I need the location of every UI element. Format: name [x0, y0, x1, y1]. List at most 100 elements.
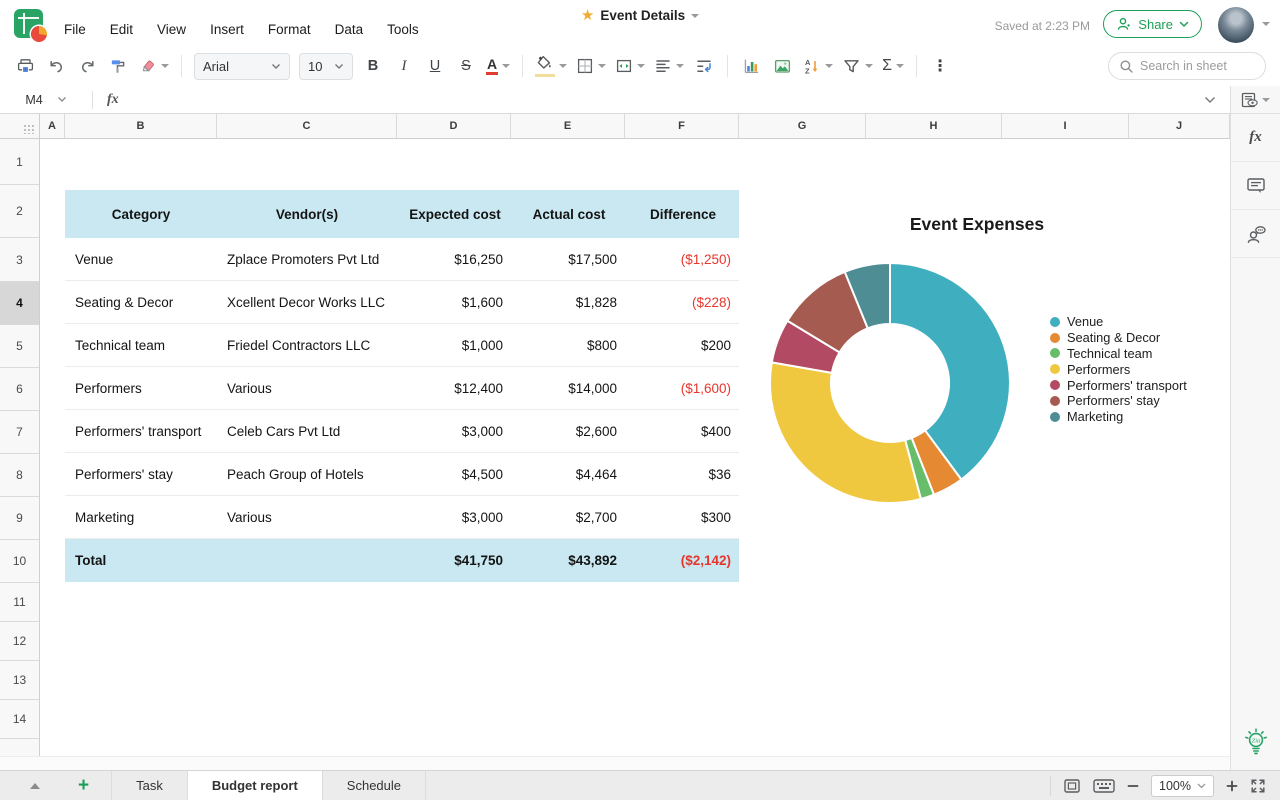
cell-name-box[interactable]: M4	[0, 86, 92, 113]
undo-button[interactable]	[45, 53, 67, 79]
sheet-tab-budget-report[interactable]: Budget report	[187, 771, 322, 800]
zoom-level-select[interactable]: 100%	[1151, 775, 1214, 797]
table-row-2-cell-4[interactable]: $200	[625, 324, 739, 366]
share-button[interactable]: Share	[1103, 10, 1202, 38]
row-header-9[interactable]: 9	[0, 497, 39, 540]
select-all-corner[interactable]	[0, 114, 40, 138]
table-row-2-cell-3[interactable]: $800	[511, 324, 625, 366]
table-row-2-cell-1[interactable]: Friedel Contractors LLC	[217, 324, 397, 366]
column-header-G[interactable]: G	[739, 114, 866, 138]
column-header-J[interactable]: J	[1129, 114, 1230, 138]
table-row-4-cell-4[interactable]: $400	[625, 410, 739, 452]
menu-format[interactable]: Format	[268, 22, 311, 37]
row-header-5[interactable]: 5	[0, 325, 39, 368]
column-header-E[interactable]: E	[511, 114, 625, 138]
strikethrough-button[interactable]: S	[455, 53, 477, 79]
title-caret-icon[interactable]	[691, 14, 699, 18]
table-header-row-cell-2[interactable]: Expected cost	[397, 190, 511, 238]
avatar-caret-icon[interactable]	[1262, 22, 1270, 26]
table-total-row-cell-1[interactable]	[217, 539, 397, 582]
table-row-4-cell-3[interactable]: $2,600	[511, 410, 625, 452]
table-row-5-cell-3[interactable]: $4,464	[511, 453, 625, 495]
table-row-0-cell-2[interactable]: $16,250	[397, 238, 511, 280]
fx-icon[interactable]: fx	[107, 92, 119, 108]
table-row-6-cell-3[interactable]: $2,700	[511, 496, 625, 538]
expense-chart[interactable]: Event Expenses VenueSeating & DecorTechn…	[745, 195, 1230, 595]
table-row-4-cell-2[interactable]: $3,000	[397, 410, 511, 452]
table-row-0-cell-0[interactable]: Venue	[65, 238, 217, 280]
sheet-tab-task[interactable]: Task	[111, 771, 187, 800]
table-row-0-cell-4[interactable]: ($1,250)	[625, 238, 739, 280]
document-title[interactable]: Event Details	[600, 8, 685, 23]
row-header-14[interactable]: 14	[0, 700, 39, 739]
menu-file[interactable]: File	[64, 22, 86, 37]
column-header-C[interactable]: C	[217, 114, 397, 138]
sheet-search[interactable]	[1108, 52, 1266, 80]
column-header-B[interactable]: B	[65, 114, 217, 138]
table-header-row-cell-0[interactable]: Category	[65, 190, 217, 238]
bold-button[interactable]: B	[362, 53, 384, 79]
favorite-star-icon[interactable]: ★	[581, 8, 594, 23]
column-header-D[interactable]: D	[397, 114, 511, 138]
row-header-11[interactable]: 11	[0, 583, 39, 622]
underline-button[interactable]: U	[424, 53, 446, 79]
menu-edit[interactable]: Edit	[110, 22, 133, 37]
row-header-13[interactable]: 13	[0, 661, 39, 700]
table-row-6-cell-0[interactable]: Marketing	[65, 496, 217, 538]
table-row-0-cell-1[interactable]: Zplace Promoters Pvt Ltd	[217, 238, 397, 280]
zoom-out-button[interactable]	[1127, 780, 1139, 792]
zia-assistant-button[interactable]: Zia	[1242, 727, 1270, 757]
search-input[interactable]	[1140, 59, 1250, 73]
print-button[interactable]	[14, 53, 36, 79]
app-logo-icon[interactable]	[14, 9, 43, 38]
table-row-2-cell-2[interactable]: $1,000	[397, 324, 511, 366]
table-total-row-cell-4[interactable]: ($2,142)	[625, 539, 739, 582]
table-row-4-cell-1[interactable]: Celeb Cars Pvt Ltd	[217, 410, 397, 452]
font-family-select[interactable]: Arial	[194, 53, 290, 80]
table-row-1-cell-0[interactable]: Seating & Decor	[65, 281, 217, 323]
filter-button[interactable]	[842, 53, 873, 79]
sort-button[interactable]: AZ	[802, 53, 833, 79]
sheet-tab-schedule[interactable]: Schedule	[322, 771, 426, 800]
redo-button[interactable]	[76, 53, 98, 79]
table-header-row-cell-1[interactable]: Vendor(s)	[217, 190, 397, 238]
table-row-1-cell-2[interactable]: $1,600	[397, 281, 511, 323]
menu-insert[interactable]: Insert	[210, 22, 244, 37]
sidebar-functions-button[interactable]: fx	[1231, 114, 1280, 162]
column-header-F[interactable]: F	[625, 114, 739, 138]
table-row-6-cell-4[interactable]: $300	[625, 496, 739, 538]
table-row-6-cell-1[interactable]: Various	[217, 496, 397, 538]
more-tools-button[interactable]: ⋮	[929, 53, 951, 79]
insert-chart-button[interactable]	[740, 53, 762, 79]
table-row-3-cell-0[interactable]: Performers	[65, 367, 217, 409]
menu-data[interactable]: Data	[335, 22, 364, 37]
donut-slice-performers[interactable]	[770, 362, 921, 503]
row-header-4[interactable]: 4	[0, 282, 39, 325]
table-row-6-cell-2[interactable]: $3,000	[397, 496, 511, 538]
table-total-row-cell-2[interactable]: $41,750	[397, 539, 511, 582]
text-color-button[interactable]: A	[486, 53, 510, 79]
column-header-A[interactable]: A	[40, 114, 65, 138]
insert-image-button[interactable]	[771, 53, 793, 79]
formula-input[interactable]	[119, 86, 1204, 113]
donut-chart[interactable]	[762, 255, 1018, 511]
format-painter-button[interactable]	[107, 53, 129, 79]
wrap-text-button[interactable]	[693, 53, 715, 79]
formula-bar-collapse-icon[interactable]	[1204, 96, 1216, 104]
table-total-row-cell-3[interactable]: $43,892	[511, 539, 625, 582]
menu-view[interactable]: View	[157, 22, 186, 37]
table-header-row-cell-3[interactable]: Actual cost	[511, 190, 625, 238]
row-header-6[interactable]: 6	[0, 368, 39, 411]
table-row-0-cell-3[interactable]: $17,500	[511, 238, 625, 280]
hide-tabs-button[interactable]	[30, 783, 40, 789]
table-row-5-cell-0[interactable]: Performers' stay	[65, 453, 217, 495]
horizontal-scrollbar[interactable]	[0, 756, 1230, 770]
sheet-view-button[interactable]	[1231, 86, 1280, 114]
merge-cells-button[interactable]	[615, 53, 645, 79]
clear-format-button[interactable]	[138, 53, 169, 79]
row-header-1[interactable]: 1	[0, 139, 39, 185]
fullscreen-icon[interactable]	[1250, 778, 1266, 794]
table-row-5-cell-4[interactable]: $36	[625, 453, 739, 495]
sheet-canvas[interactable]: CategoryVendor(s)Expected costActual cos…	[40, 139, 1230, 770]
table-row-3-cell-2[interactable]: $12,400	[397, 367, 511, 409]
